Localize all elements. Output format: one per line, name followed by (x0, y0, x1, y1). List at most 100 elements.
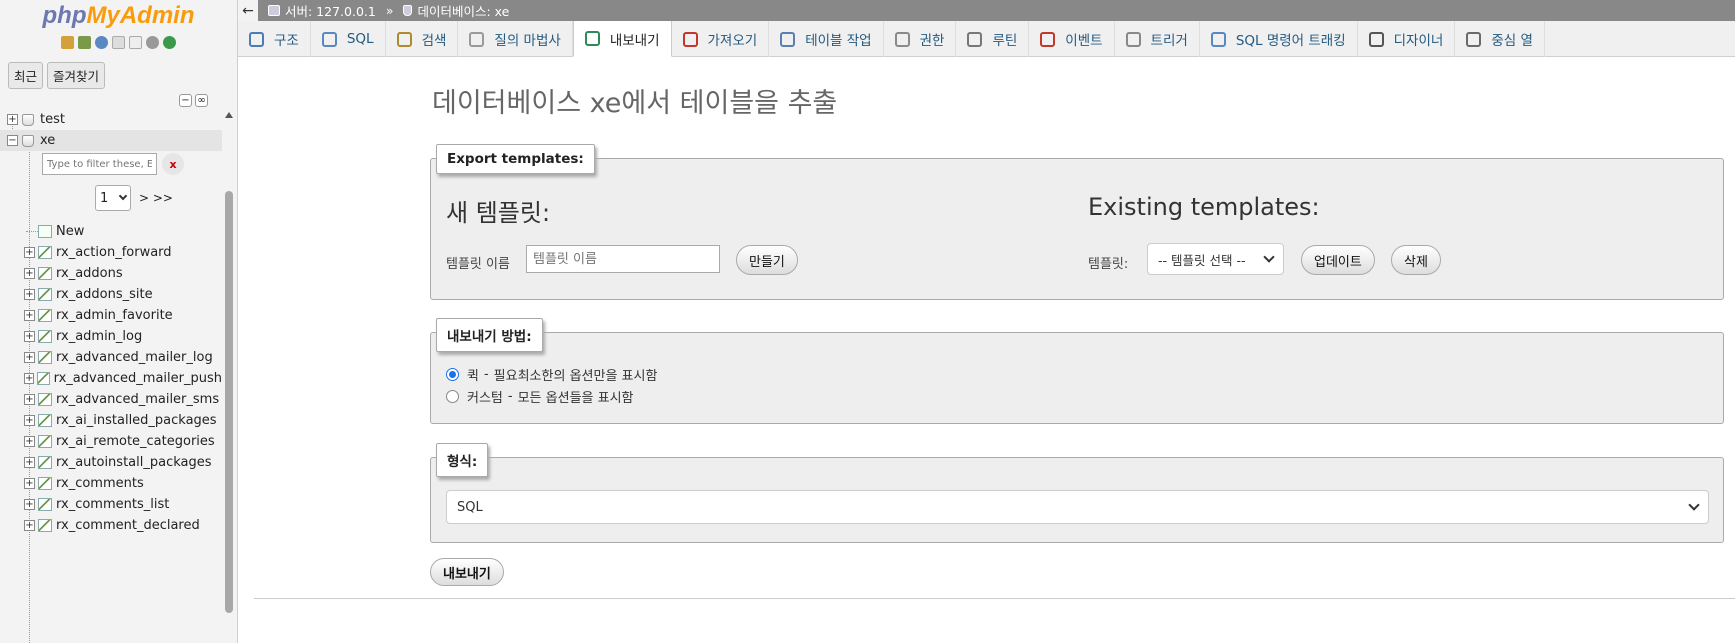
expand-icon[interactable]: + (24, 331, 35, 342)
template-select[interactable]: -- 템플릿 선택 -- (1147, 243, 1284, 275)
table-name[interactable]: rx_advanced_mailer_push (54, 371, 222, 386)
table-icon[interactable] (38, 498, 52, 511)
table-icon[interactable] (38, 519, 52, 532)
table-icon[interactable] (38, 414, 52, 427)
breadcrumb: ← 서버: 127.0.0.1 » 데이터베이스: xe (238, 0, 1735, 21)
server-label[interactable]: 서버: 127.0.0.1 (285, 1, 376, 20)
custom-description[interactable]: 모든 옵션들을 표시함 (518, 387, 634, 406)
tab-search[interactable]: 검색 (386, 21, 459, 57)
tab-sql[interactable]: SQL (311, 21, 386, 57)
scroll-thumb[interactable] (225, 191, 233, 613)
table-icon[interactable] (38, 435, 52, 448)
database-label[interactable]: 데이터베이스: xe (417, 1, 509, 20)
create-template-button[interactable]: 만들기 (736, 245, 798, 275)
table-icon[interactable] (38, 456, 52, 469)
table-name[interactable]: rx_addons (56, 266, 123, 281)
tree-table-item[interactable]: + rx_comment_declared (0, 515, 222, 534)
expand-icon[interactable]: + (24, 373, 35, 384)
tree-table-item[interactable]: + rx_admin_log (0, 326, 222, 347)
table-icon[interactable] (38, 330, 52, 343)
tree-table-item[interactable]: + rx_advanced_mailer_log (0, 347, 222, 368)
tab-label: 중심 열 (1491, 33, 1533, 49)
tree-table-item[interactable]: + rx_ai_installed_packages (0, 410, 222, 431)
table-icon[interactable] (38, 477, 52, 490)
new-table-icon (38, 225, 52, 238)
expand-icon[interactable]: + (24, 499, 35, 510)
update-template-button[interactable]: 업데이트 (1301, 245, 1375, 275)
quick-method-option[interactable]: 퀵 - 필요최소한의 옵션만을 표시함 (446, 365, 657, 384)
tree-table-item[interactable]: + rx_comments (0, 473, 222, 494)
expand-icon[interactable]: + (24, 478, 35, 489)
format-select[interactable]: SQL (446, 490, 1709, 524)
table-icon[interactable] (38, 267, 52, 280)
tab-triggers[interactable]: 트리거 (1115, 21, 1200, 57)
template-name-input[interactable] (526, 245, 720, 273)
table-name[interactable]: rx_autoinstall_packages (56, 455, 212, 470)
scroll-up-icon[interactable] (225, 112, 233, 118)
expand-icon[interactable]: + (24, 394, 35, 405)
tree-table-item[interactable]: + rx_advanced_mailer_push (0, 368, 222, 389)
custom-method-option[interactable]: 커스텀 - 모든 옵션들을 표시함 (446, 387, 634, 406)
tree-table-item[interactable]: + rx_advanced_mailer_sms (0, 389, 222, 410)
back-arrow-icon[interactable]: ← (238, 0, 258, 21)
table-name[interactable]: rx_comments_list (56, 497, 169, 512)
table-name[interactable]: rx_ai_remote_categories (56, 434, 215, 449)
quick-description[interactable]: 필요최소한의 옵션만을 표시함 (494, 365, 658, 384)
tab-privileges[interactable]: 권한 (884, 21, 957, 57)
tab-import[interactable]: 가져오기 (672, 21, 770, 57)
tree-table-item[interactable]: + rx_admin_favorite (0, 305, 222, 326)
quick-radio[interactable] (446, 368, 459, 381)
quick-label[interactable]: 퀵 (467, 365, 479, 384)
table-icon[interactable] (38, 288, 52, 301)
table-icon[interactable] (38, 393, 52, 406)
table-name[interactable]: rx_action_forward (56, 245, 172, 260)
tab-routines[interactable]: 루틴 (956, 21, 1030, 57)
tree-table-item[interactable]: + rx_addons (0, 263, 222, 284)
tab-central-columns[interactable]: 중심 열 (1455, 21, 1545, 57)
expand-icon[interactable]: + (24, 415, 35, 426)
table-name[interactable]: rx_comment_declared (56, 518, 200, 533)
expand-icon[interactable]: + (24, 268, 35, 279)
new-table-label[interactable]: New (56, 224, 84, 239)
export-button[interactable]: 내보내기 (430, 558, 504, 586)
table-icon[interactable] (37, 372, 50, 385)
tab-export[interactable]: 내보내기 (572, 21, 672, 57)
import-icon (682, 31, 698, 47)
tab-query[interactable]: 질의 마법사 (458, 21, 573, 57)
tab-designer[interactable]: 디자이너 (1358, 21, 1456, 57)
expand-icon[interactable]: + (24, 436, 35, 447)
tab-tracking[interactable]: SQL 명령어 트래킹 (1200, 21, 1358, 57)
expand-icon[interactable]: + (24, 247, 35, 258)
delete-template-button[interactable]: 삭제 (1391, 245, 1441, 275)
table-icon[interactable] (38, 309, 52, 322)
table-name[interactable]: rx_advanced_mailer_log (56, 350, 213, 365)
expand-icon[interactable]: + (24, 310, 35, 321)
tab-label: SQL 명령어 트래킹 (1235, 33, 1346, 49)
custom-label[interactable]: 커스텀 (467, 387, 503, 406)
table-icon[interactable] (38, 246, 52, 259)
table-name[interactable]: rx_addons_site (56, 287, 153, 302)
tab-wrench[interactable]: 테이블 작업 (769, 21, 884, 57)
expand-icon[interactable]: + (24, 352, 35, 363)
breadcrumb-server[interactable]: 서버: 127.0.0.1 (268, 1, 376, 20)
table-name[interactable]: rx_comments (56, 476, 144, 491)
expand-icon[interactable]: + (24, 289, 35, 300)
custom-radio[interactable] (446, 390, 459, 403)
table-icon[interactable] (38, 351, 52, 364)
sidebar-scrollbar[interactable] (222, 109, 236, 643)
tree-table-item[interactable]: + rx_autoinstall_packages (0, 452, 222, 473)
tree-new-table[interactable]: New (0, 221, 222, 242)
expand-icon[interactable]: + (24, 457, 35, 468)
tab-structure[interactable]: 구조 (238, 21, 311, 57)
tree-table-item[interactable]: + rx_addons_site (0, 284, 222, 305)
table-name[interactable]: rx_ai_installed_packages (56, 413, 217, 428)
breadcrumb-database[interactable]: 데이터베이스: xe (403, 1, 509, 20)
table-name[interactable]: rx_admin_favorite (56, 308, 173, 323)
table-name[interactable]: rx_advanced_mailer_sms (56, 392, 219, 407)
tree-table-item[interactable]: + rx_comments_list (0, 494, 222, 515)
tree-table-item[interactable]: + rx_ai_remote_categories (0, 431, 222, 452)
tab-events[interactable]: 이벤트 (1029, 21, 1115, 57)
tree-table-item[interactable]: + rx_action_forward (0, 242, 222, 263)
expand-icon[interactable]: + (24, 520, 35, 531)
table-name[interactable]: rx_admin_log (56, 329, 142, 344)
